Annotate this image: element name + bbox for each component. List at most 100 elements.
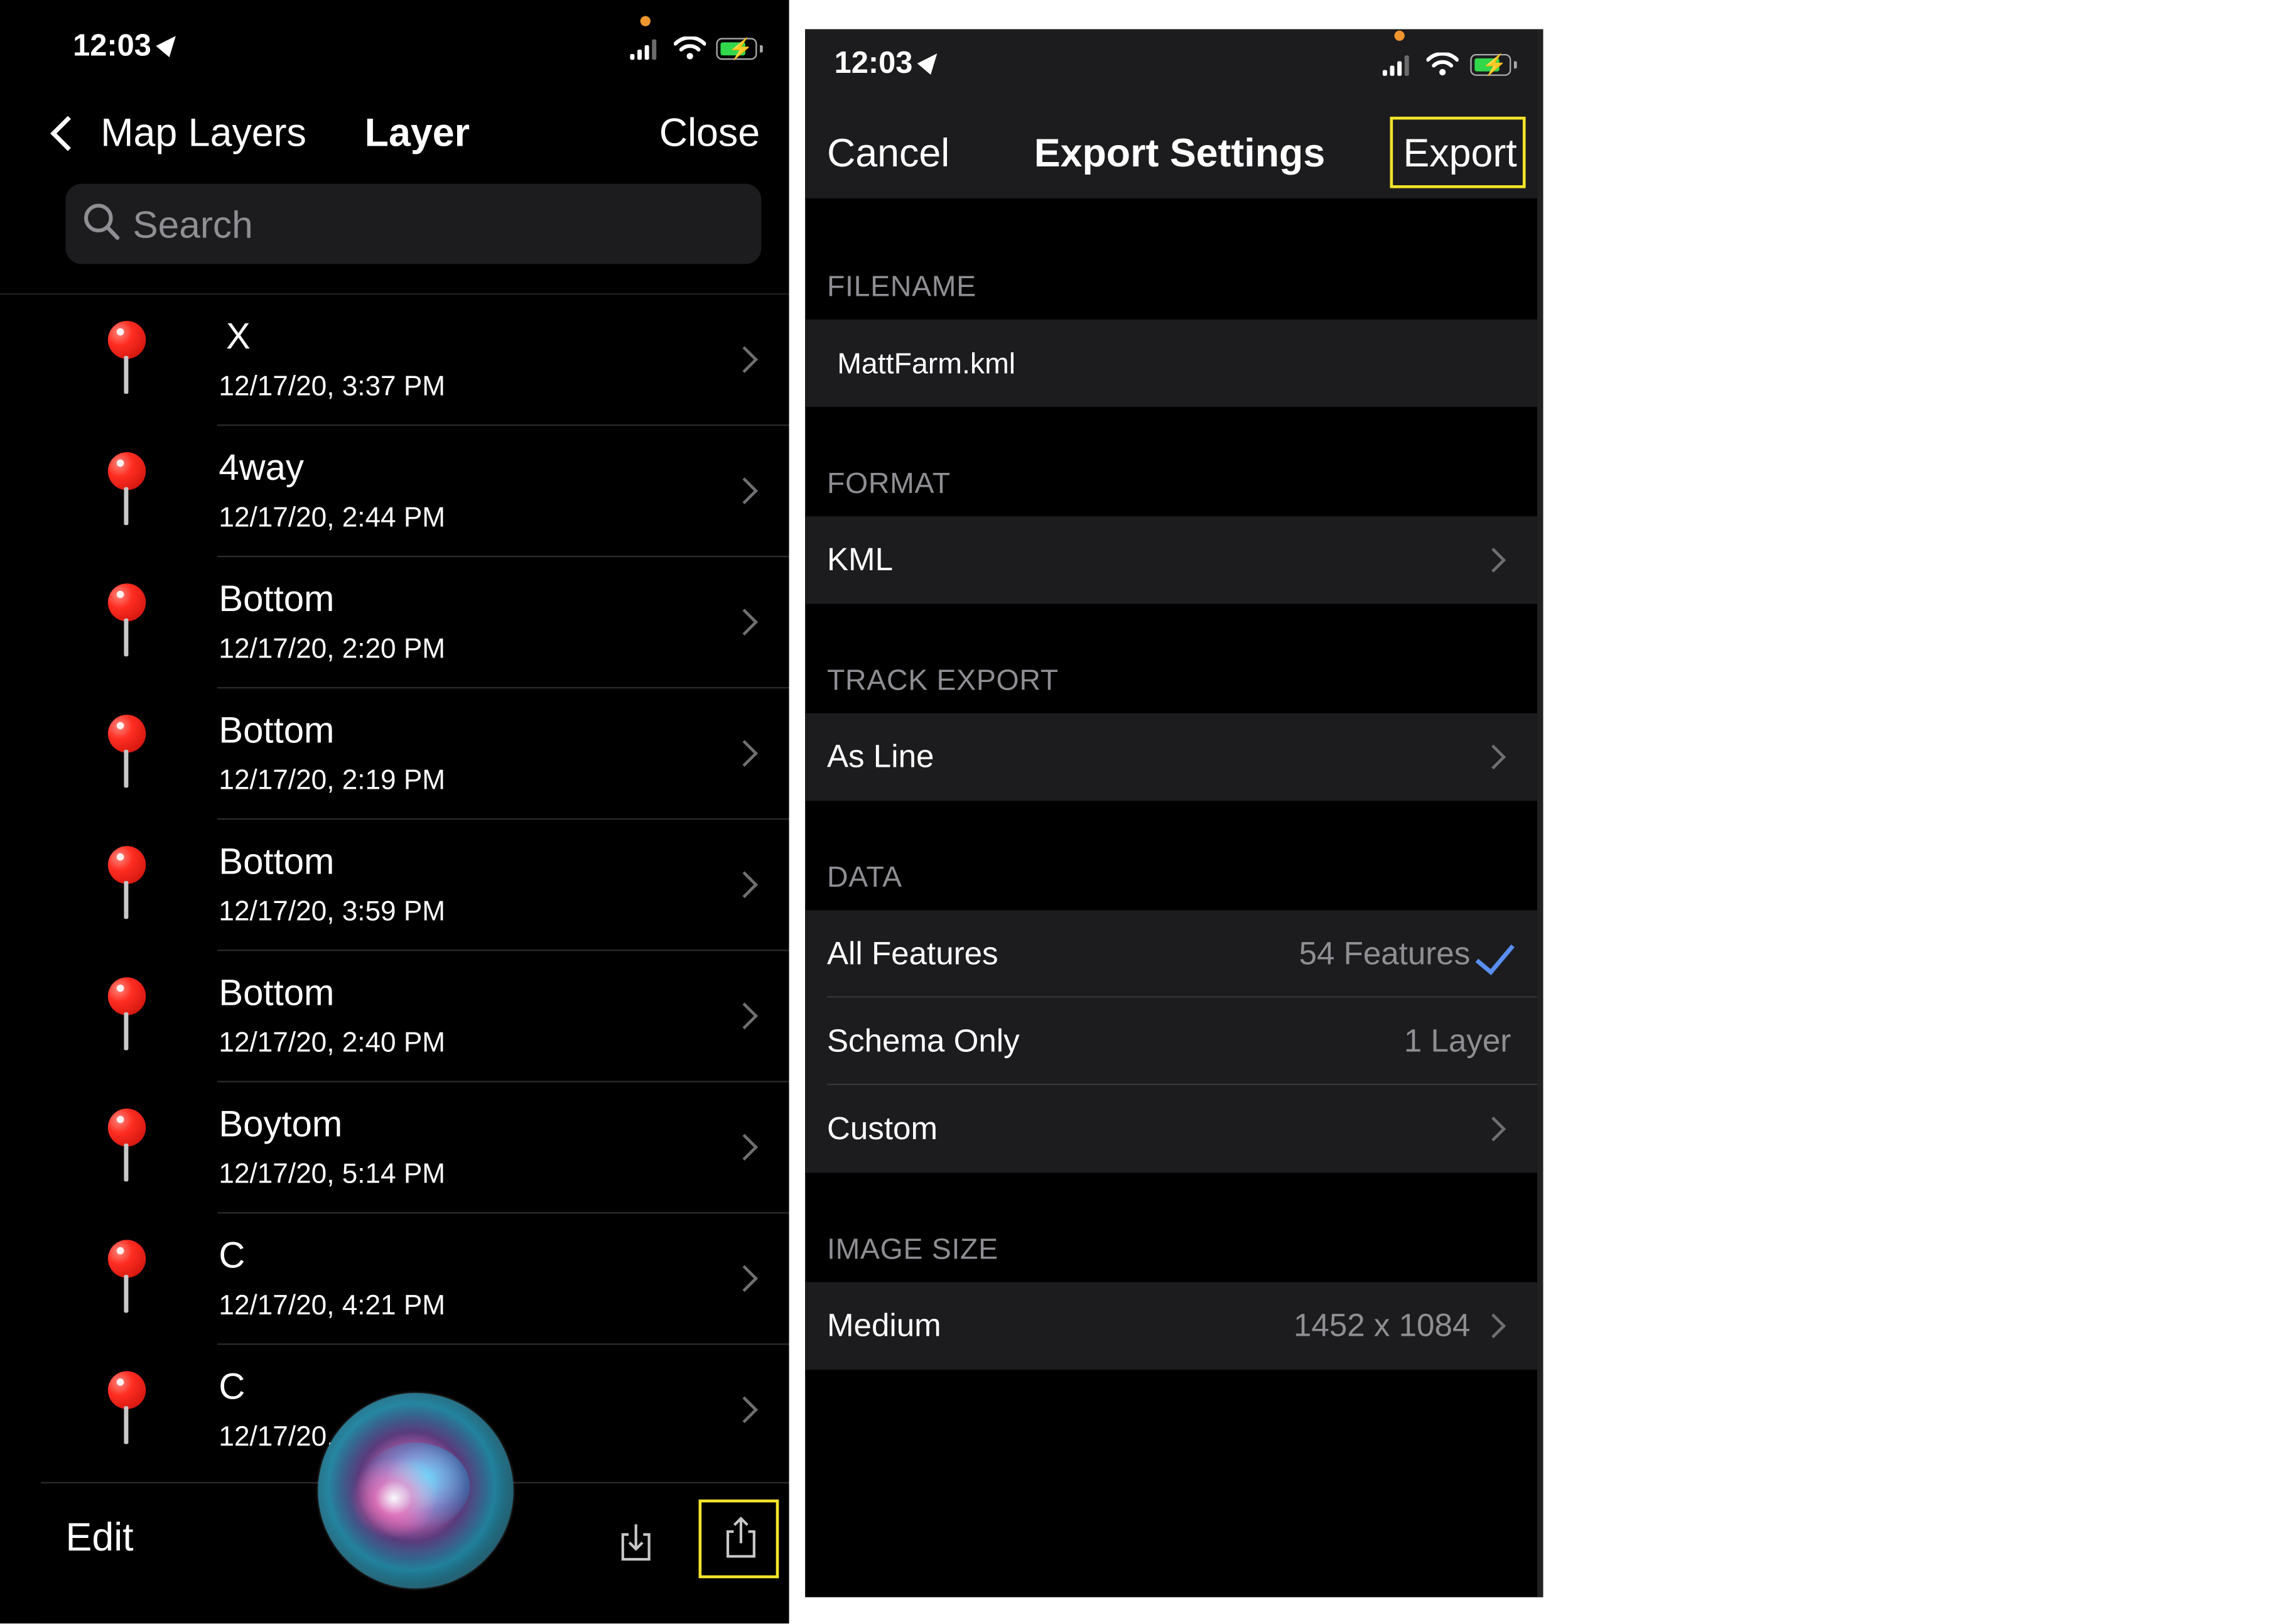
item-date: 12/17/20, 4:21 PM [219, 1291, 446, 1322]
back-button[interactable]: Map Layers [46, 111, 306, 156]
item-date: 12/17/20, 3:37 PM [219, 372, 446, 403]
item-date: 12/17/20, 2:20 PM [219, 634, 446, 666]
map-pin-icon [107, 846, 146, 928]
image-size-value: 1452 x 1084 [1293, 1307, 1471, 1344]
map-pin-icon [107, 1371, 146, 1453]
feature-list: X 12/17/20, 3:37 PM 4way 12/17/20, 2:44 … [0, 293, 789, 1476]
close-button[interactable]: Close [659, 111, 760, 156]
map-pin-icon [107, 977, 146, 1059]
status-bar: 12:03 ⚡ [0, 16, 789, 70]
panel-edge [1537, 29, 1544, 1598]
layer-screen: 12:03 ⚡ Map Layers Layer Close X 12/17 [0, 0, 789, 1624]
option-label: Schema Only [826, 1022, 1020, 1059]
item-name: C [219, 1367, 246, 1408]
cancel-button[interactable]: Cancel [827, 131, 949, 176]
edit-button[interactable]: Edit [66, 1515, 134, 1561]
search-icon [84, 203, 120, 240]
page-title: Export Settings [1034, 131, 1326, 175]
map-pin-icon [107, 452, 146, 534]
share-icon[interactable] [725, 1515, 757, 1559]
item-date: 12/17/20, 3:59 PM [219, 897, 446, 928]
track-export-cell[interactable]: As Line [805, 713, 1538, 801]
chevron-right-icon [731, 740, 759, 767]
image-size-header: IMAGE SIZE [826, 1234, 998, 1267]
wifi-icon [1426, 52, 1459, 76]
data-option-all-features[interactable]: All Features 54 Features [805, 910, 1538, 998]
siri-orb-icon[interactable] [318, 1393, 514, 1589]
chevron-right-icon [1481, 1117, 1506, 1142]
item-date: 12/17/20, 2:44 PM [219, 503, 446, 534]
format-header: FORMAT [826, 468, 951, 501]
chevron-right-icon [731, 1134, 759, 1161]
option-label: All Features [826, 934, 998, 972]
list-item[interactable]: 4way 12/17/20, 2:44 PM [0, 426, 789, 558]
item-name: 4way [219, 448, 304, 489]
search-bar[interactable] [65, 183, 762, 268]
option-value: 1 Layer [1403, 1022, 1511, 1059]
checkmark-icon [1475, 934, 1515, 975]
chevron-right-icon [731, 1396, 759, 1424]
map-pin-icon [107, 320, 146, 403]
signal-icon [630, 39, 657, 60]
list-item[interactable]: Bottom 12/17/20, 2:19 PM [0, 688, 789, 820]
chevron-right-icon [731, 1265, 759, 1292]
privacy-indicator-dot [1394, 30, 1405, 41]
chevron-right-icon [731, 1002, 759, 1030]
data-option-custom[interactable]: Custom [805, 1085, 1538, 1173]
chevron-right-icon [731, 477, 759, 504]
wifi-icon [674, 36, 706, 60]
format-cell[interactable]: KML [805, 516, 1538, 604]
item-date: 12/17/20, 2:19 PM [219, 766, 446, 797]
image-size-cell[interactable]: Medium 1452 x 1084 [805, 1282, 1538, 1370]
status-time: 12:03 [835, 46, 944, 82]
data-option-schema-only[interactable]: Schema Only 1 Layer [805, 997, 1538, 1086]
chevron-right-icon [1481, 744, 1506, 770]
list-item[interactable]: Bottom 12/17/20, 2:40 PM [0, 951, 789, 1083]
map-pin-icon [107, 1108, 146, 1190]
item-date: 12/17/20, [219, 1422, 335, 1453]
back-label: Map Layers [100, 111, 306, 155]
signal-icon [1382, 55, 1409, 76]
chevron-right-icon [731, 871, 759, 899]
filename-cell[interactable] [805, 319, 1538, 410]
location-arrow-icon [917, 48, 944, 75]
option-label: Custom [826, 1110, 938, 1147]
item-name: X [226, 317, 251, 358]
list-item[interactable]: X 12/17/20, 3:37 PM [0, 295, 789, 426]
list-item[interactable]: Boytom 12/17/20, 5:14 PM [0, 1082, 789, 1214]
privacy-indicator-dot [640, 16, 651, 26]
import-icon[interactable] [620, 1522, 652, 1562]
track-export-header: TRACK EXPORT [826, 665, 1059, 698]
item-name: Bottom [219, 973, 335, 1014]
filename-header: FILENAME [826, 271, 976, 304]
chevron-left-icon [50, 116, 85, 151]
battery-icon: ⚡ [716, 36, 763, 60]
map-pin-icon [107, 715, 146, 796]
list-item[interactable]: Bottom 12/17/20, 3:59 PM [0, 820, 789, 951]
item-name: Bottom [219, 842, 335, 883]
export-button[interactable]: Export [1403, 131, 1517, 176]
map-pin-icon [107, 583, 146, 665]
chevron-right-icon [1481, 548, 1506, 573]
search-input[interactable] [129, 183, 749, 268]
chevron-right-icon [731, 609, 759, 636]
image-size-label: Medium [826, 1307, 941, 1344]
format-value: KML [826, 541, 894, 578]
chevron-right-icon [1481, 1313, 1506, 1339]
item-name: C [219, 1235, 246, 1277]
page-title: Layer [364, 111, 470, 155]
list-item[interactable]: Bottom 12/17/20, 2:20 PM [0, 557, 789, 689]
nav-bar: Cancel Export Settings Export [805, 107, 1538, 198]
item-date: 12/17/20, 5:14 PM [219, 1159, 446, 1191]
track-export-value: As Line [826, 738, 934, 775]
data-header: DATA [826, 862, 902, 894]
status-bar: 12:03 ⚡ [805, 29, 1538, 108]
list-item[interactable]: C 12/17/20, 4:21 PM [0, 1213, 789, 1345]
battery-icon: ⚡ [1470, 53, 1517, 76]
item-name: Bottom [219, 710, 335, 752]
status-time: 12:03 [73, 29, 182, 64]
filename-field[interactable] [834, 319, 1511, 410]
location-arrow-icon [155, 30, 182, 58]
option-value: 54 Features [1299, 934, 1471, 972]
item-name: Bottom [219, 579, 335, 620]
